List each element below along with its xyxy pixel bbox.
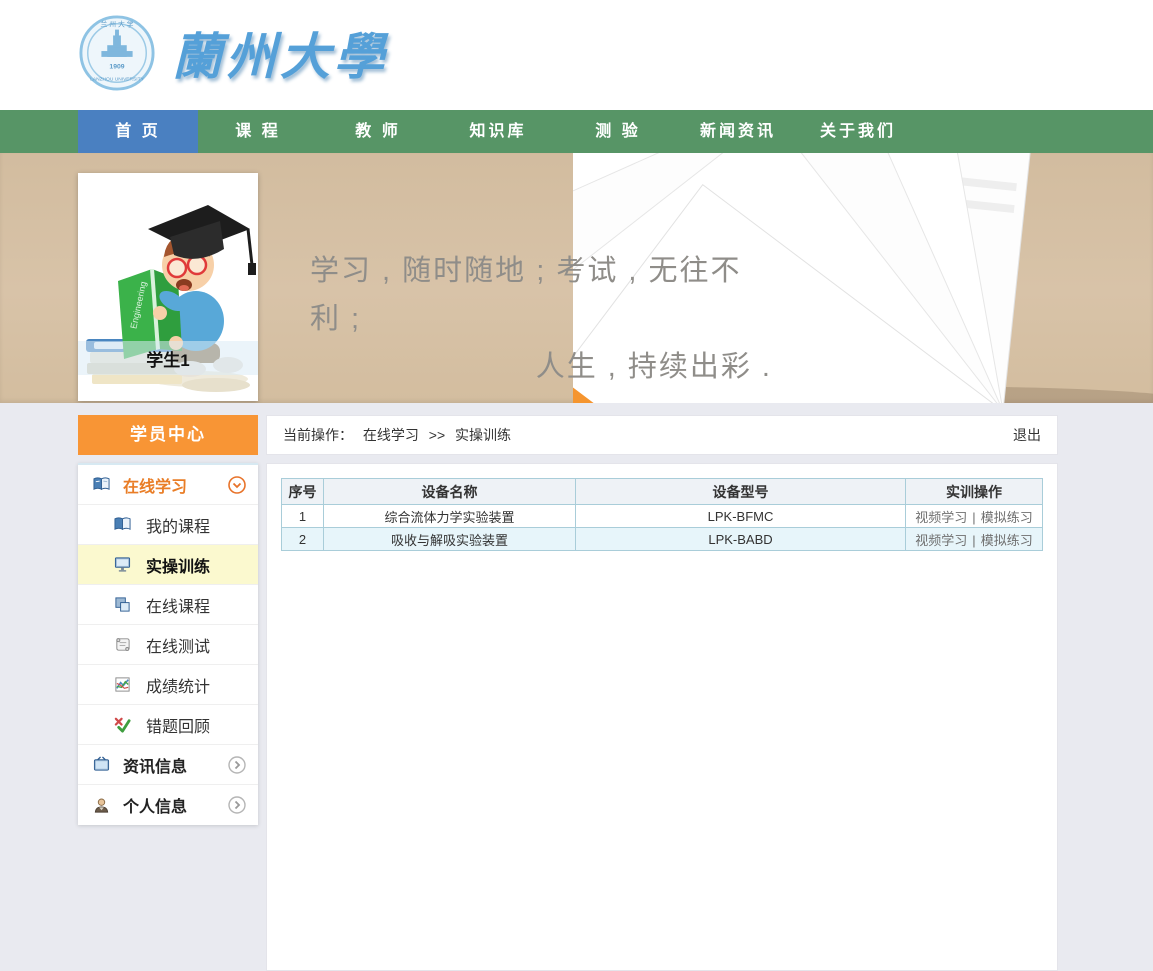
sidebar-item-online-courses[interactable]: 在线课程 <box>78 585 258 625</box>
breadcrumb-label: 当前操作： <box>283 427 353 443</box>
nav-item-about[interactable]: 关于我们 <box>798 110 918 153</box>
sidebar-item-label: 在线测试 <box>146 633 210 657</box>
sidebar-item-my-courses[interactable]: 我的课程 <box>78 505 258 545</box>
cell-operations: 视频学习 | 模拟练习 <box>906 505 1043 528</box>
sidebar-item-online-tests[interactable]: 在线测试 <box>78 625 258 665</box>
table-header-row: 序号 设备名称 设备型号 实训操作 <box>282 479 1043 505</box>
sidebar-item-label: 实操训练 <box>146 553 210 577</box>
chevron-down-circle-icon[interactable] <box>228 476 246 494</box>
monitor-icon <box>114 556 131 573</box>
ops-separator: | <box>972 510 975 525</box>
sidebar: 学员中心 在线学习 我的课程 <box>78 415 258 825</box>
table-row: 1 综合流体力学实验装置 LPK-BFMC 视频学习 | 模拟练习 <box>282 505 1043 528</box>
hero-banner: 学习 , 随时随地 ; 考试 , 无往不利 ; 人生 , 持续出彩 . Engi… <box>0 153 1153 403</box>
nav-item-news[interactable]: 新闻资讯 <box>678 110 798 153</box>
chart-icon <box>114 676 131 693</box>
open-book-icon <box>114 516 131 533</box>
person-icon <box>93 797 110 814</box>
breadcrumb-current: 实操训练 <box>455 427 511 443</box>
check-x-icon <box>114 716 131 733</box>
nav-item-teachers[interactable]: 教 师 <box>318 110 438 153</box>
sidebar-item-wrong-answers-review[interactable]: 错题回顾 <box>78 705 258 745</box>
sidebar-item-label: 在线学习 <box>123 473 187 497</box>
nav-item-courses[interactable]: 课 程 <box>198 110 318 153</box>
cell-index: 2 <box>282 528 324 551</box>
cell-device-model: LPK-BABD <box>576 528 906 551</box>
cell-device-name: 吸收与解吸实验装置 <box>324 528 576 551</box>
sidebar-item-practical-training[interactable]: 实操训练 <box>78 545 258 585</box>
col-header-index: 序号 <box>282 479 324 505</box>
col-header-device-name: 设备名称 <box>324 479 576 505</box>
cell-operations: 视频学习 | 模拟练习 <box>906 528 1043 551</box>
col-header-operations: 实训操作 <box>906 479 1043 505</box>
cell-device-model: LPK-BFMC <box>576 505 906 528</box>
sidebar-item-label: 个人信息 <box>123 793 187 817</box>
svg-text:1909: 1909 <box>109 64 124 71</box>
video-learning-link[interactable]: 视频学习 <box>915 533 967 548</box>
main-content: 当前操作： 在线学习 >> 实操训练 退出 序号 设备名称 设备型号 实训操作 <box>266 415 1058 971</box>
windows-icon <box>114 596 131 613</box>
cell-device-name: 综合流体力学实验装置 <box>324 505 576 528</box>
device-list-panel: 序号 设备名称 设备型号 实训操作 1 综合流体力学实验装置 LPK-BFMC … <box>266 463 1058 971</box>
university-logo[interactable]: 1909 LANZHOU UNIVERSITY 兰 州 大 学 蘭州大學 <box>78 14 388 92</box>
simulation-practice-link[interactable]: 模拟练习 <box>981 533 1033 548</box>
breadcrumb: 当前操作： 在线学习 >> 实操训练 <box>283 425 517 445</box>
sidebar-item-online-learning[interactable]: 在线学习 <box>78 465 258 505</box>
university-name: 蘭州大學 <box>172 17 388 89</box>
chevron-right-circle-icon[interactable] <box>228 756 246 774</box>
col-header-device-model: 设备型号 <box>576 479 906 505</box>
sidebar-menu: 在线学习 我的课程 实操 <box>78 463 258 825</box>
svg-text:兰 州 大 学: 兰 州 大 学 <box>101 20 134 29</box>
breadcrumb-separator: >> <box>429 427 445 443</box>
table-row: 2 吸收与解吸实验装置 LPK-BABD 视频学习 | 模拟练习 <box>282 528 1043 551</box>
nav-item-tests[interactable]: 测 验 <box>558 110 678 153</box>
banner-slogan: 学习 , 随时随地 ; 考试 , 无往不利 ; 人生 , 持续出彩 . <box>310 247 772 391</box>
cell-index: 1 <box>282 505 324 528</box>
nav-item-knowledge[interactable]: 知识库 <box>438 110 558 153</box>
sidebar-item-personal-info[interactable]: 个人信息 <box>78 785 258 825</box>
slogan-line-1: 学习 , 随时随地 ; 考试 , 无往不利 ; <box>310 247 772 343</box>
sidebar-item-label: 成绩统计 <box>146 673 210 697</box>
scroll-icon <box>114 636 131 653</box>
sidebar-item-news-info[interactable]: 资讯信息 <box>78 745 258 785</box>
chevron-right-circle-icon[interactable] <box>228 796 246 814</box>
ops-separator: | <box>972 533 975 548</box>
sidebar-item-label: 在线课程 <box>146 593 210 617</box>
sidebar-item-label: 我的课程 <box>146 513 210 537</box>
video-learning-link[interactable]: 视频学习 <box>915 510 967 525</box>
university-seal-icon: 1909 LANZHOU UNIVERSITY 兰 州 大 学 <box>78 14 156 92</box>
site-header: 1909 LANZHOU UNIVERSITY 兰 州 大 学 蘭州大學 <box>0 0 1153 110</box>
tv-icon <box>93 756 110 773</box>
sidebar-item-label: 资讯信息 <box>123 753 187 777</box>
breadcrumb-bar: 当前操作： 在线学习 >> 实操训练 退出 <box>266 415 1058 455</box>
sidebar-item-grade-statistics[interactable]: 成绩统计 <box>78 665 258 705</box>
slogan-line-2: 人生 , 持续出彩 . <box>310 343 772 391</box>
student-profile-card[interactable]: Engineering 学生1 <box>78 173 258 401</box>
device-table: 序号 设备名称 设备型号 实训操作 1 综合流体力学实验装置 LPK-BFMC … <box>281 478 1043 551</box>
student-name: 学生1 <box>78 341 258 375</box>
sidebar-item-label: 错题回顾 <box>146 713 210 737</box>
open-book-icon <box>93 476 110 493</box>
nav-item-home[interactable]: 首 页 <box>78 110 198 153</box>
main-nav: 首 页 课 程 教 师 知识库 测 验 新闻资讯 关于我们 <box>0 110 1153 153</box>
breadcrumb-parent-link[interactable]: 在线学习 <box>363 427 419 443</box>
simulation-practice-link[interactable]: 模拟练习 <box>981 510 1033 525</box>
logout-button[interactable]: 退出 <box>1013 425 1041 445</box>
svg-text:LANZHOU UNIVERSITY: LANZHOU UNIVERSITY <box>90 76 144 82</box>
member-center-header[interactable]: 学员中心 <box>78 415 258 455</box>
